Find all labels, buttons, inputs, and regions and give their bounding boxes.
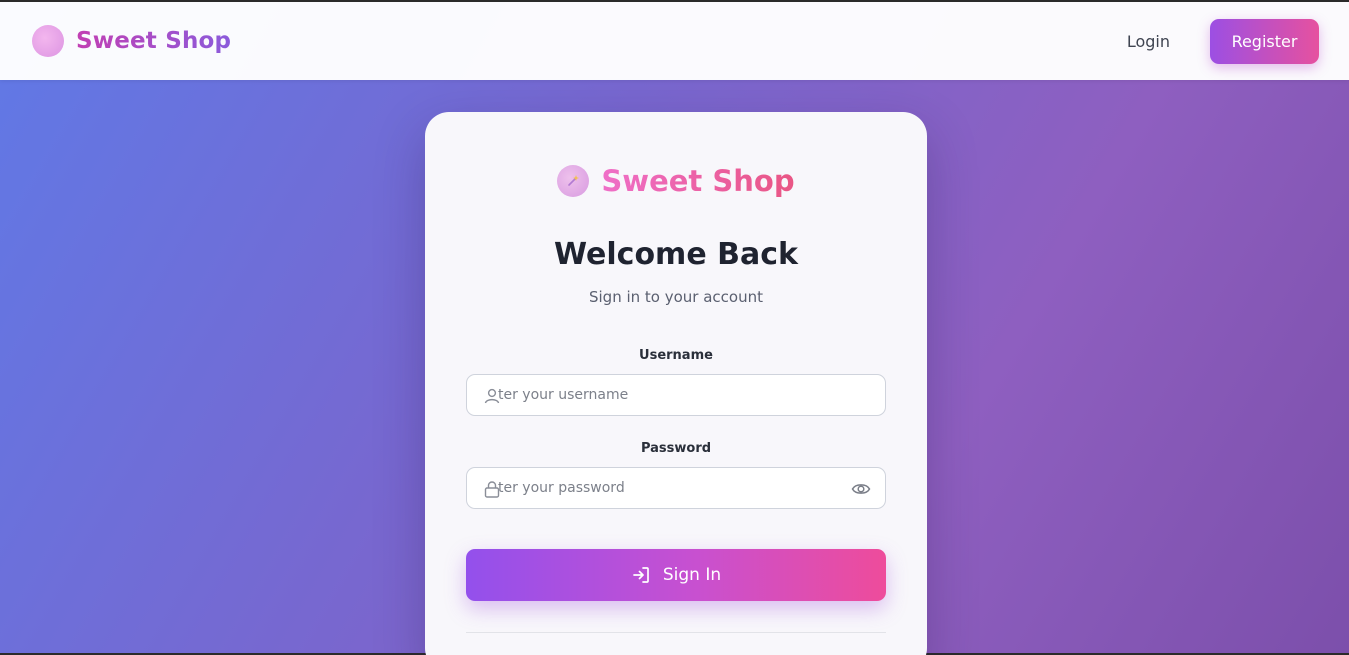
register-button[interactable]: Register [1210, 18, 1319, 64]
top-navbar: Sweet Shop Login Register [0, 2, 1349, 80]
page-subtitle: Sign in to your account [588, 288, 763, 306]
password-label: Password [640, 441, 712, 456]
password-input[interactable] [498, 468, 838, 508]
login-link[interactable]: Login [1127, 32, 1170, 51]
username-field[interactable] [466, 374, 886, 416]
navbar-actions: Login Register [1127, 18, 1319, 64]
sign-in-button[interactable]: Sign In [466, 549, 886, 601]
card-brand-name: Sweet Shop [601, 164, 795, 198]
username-input[interactable] [498, 375, 838, 415]
eye-icon[interactable] [851, 479, 871, 499]
navbar-brand[interactable]: Sweet Shop [32, 25, 231, 57]
card-brand: Sweet Shop [425, 164, 927, 198]
sparkle-wand-icon [568, 175, 580, 186]
candy-icon [557, 165, 590, 197]
username-label: Username [639, 348, 713, 363]
login-card: Sweet Shop Welcome Back Sign in to your … [425, 112, 927, 655]
navbar-brand-name: Sweet Shop [76, 28, 232, 54]
divider [466, 632, 886, 633]
log-in-icon [633, 567, 649, 583]
sign-in-label: Sign In [662, 565, 722, 585]
candy-icon [32, 25, 64, 57]
page-title: Welcome Back [554, 237, 798, 272]
password-field[interactable] [466, 467, 886, 509]
